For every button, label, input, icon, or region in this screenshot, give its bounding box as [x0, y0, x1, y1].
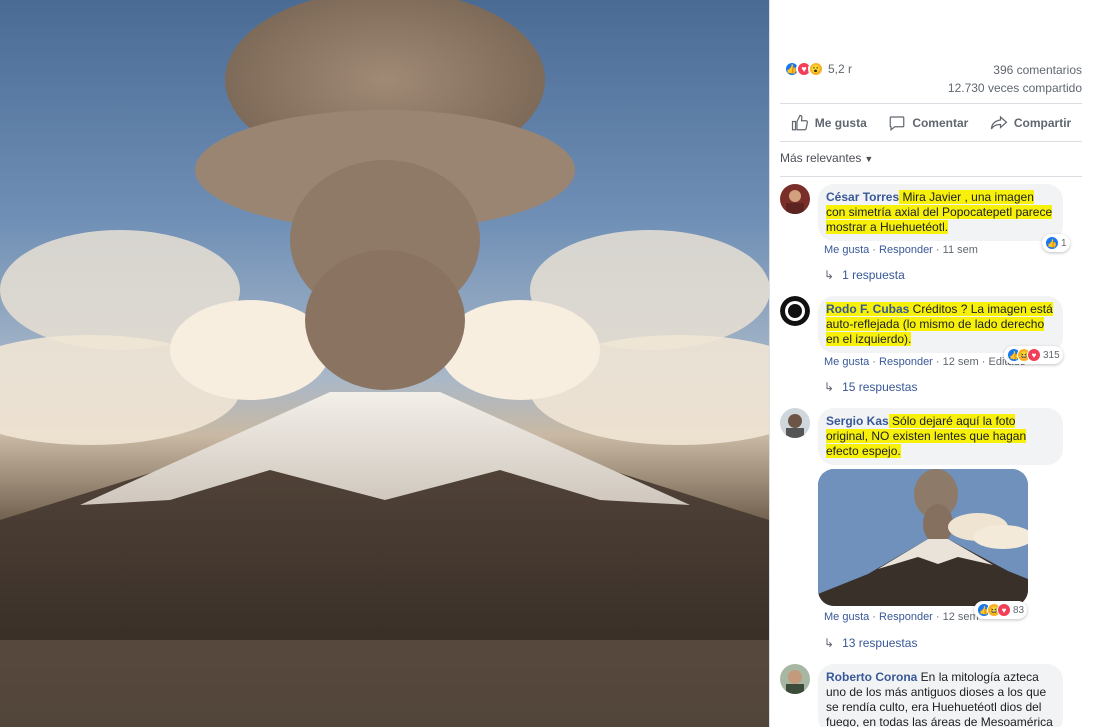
divider — [780, 141, 1082, 142]
comment-reactions-badge[interactable]: 👍 😆 ♥ 315 — [1004, 346, 1063, 364]
avatar[interactable] — [780, 664, 810, 694]
post-actions: Me gusta Comentar Compartir — [780, 111, 1082, 135]
comment-reply-link[interactable]: Responder — [879, 611, 933, 623]
thumbs-up-icon — [791, 114, 808, 131]
love-reaction-icon: ♥ — [1027, 348, 1041, 362]
comment-like-link[interactable]: Me gusta — [824, 356, 869, 368]
comments-sidebar: 👍 ♥ 😮 5,2 r 396 comentarios 12.730 veces… — [769, 0, 1100, 727]
reaction-count: 83 — [1013, 604, 1025, 616]
shares-count[interactable]: 12.730 veces compartido — [948, 79, 1082, 97]
like-button[interactable]: Me gusta — [791, 114, 867, 132]
divider — [780, 176, 1082, 177]
comment-time[interactable]: 12 sem — [943, 611, 979, 623]
comment-time[interactable]: 11 sem — [943, 244, 978, 256]
replies-label: 15 respuestas — [842, 380, 918, 394]
comment-time[interactable]: 12 sem — [943, 356, 979, 368]
avatar[interactable] — [780, 408, 810, 438]
post-reactions[interactable]: 👍 ♥ 😮 5,2 r — [784, 61, 852, 77]
reply-arrow-icon: ↳ — [824, 380, 835, 394]
post-stats: 396 comentarios 12.730 veces compartido — [948, 61, 1082, 97]
reaction-count: 315 — [1043, 349, 1060, 361]
share-button-label: Compartir — [1013, 116, 1072, 130]
facebook-photo-viewer: 👍 ♥ 😮 5,2 r 396 comentarios 12.730 veces… — [0, 0, 1100, 727]
comment-bubble: Rodo F. Cubas Créditos ? La imagen está … — [818, 296, 1063, 353]
sort-label: Más relevantes — [780, 151, 862, 165]
comment-reactions-badge[interactable]: 👍 1 — [1042, 234, 1070, 252]
avatar[interactable] — [780, 184, 810, 214]
wow-reaction-icon: 😮 — [808, 61, 824, 77]
reply-arrow-icon: ↳ — [824, 636, 835, 650]
original-volcano-photo — [818, 469, 1028, 606]
caret-down-icon: ▼ — [864, 154, 874, 164]
avatar[interactable] — [780, 296, 810, 326]
love-reaction-icon: ♥ — [997, 603, 1011, 617]
share-arrow-icon — [990, 115, 1008, 130]
avatar-image — [780, 408, 810, 438]
comments-count[interactable]: 396 comentarios — [948, 61, 1082, 79]
comment-bubble: Roberto Corona En la mitología azteca un… — [818, 664, 1063, 727]
volcano-illustration — [0, 0, 769, 727]
comment-author[interactable]: César Torres — [826, 190, 899, 204]
reaction-count: 1 — [1061, 237, 1067, 249]
comment-author[interactable]: Roberto Corona — [826, 670, 917, 684]
reactions-count[interactable]: 5,2 r — [828, 62, 852, 76]
replies-label: 1 respuesta — [842, 268, 905, 282]
volcano-photo[interactable] — [0, 0, 769, 727]
avatar-image — [780, 664, 810, 694]
replies-label: 13 respuestas — [842, 636, 918, 650]
comment-photo-attachment[interactable] — [818, 469, 1028, 606]
comment-sort-dropdown[interactable]: Más relevantes ▼ — [780, 151, 873, 165]
view-replies-link[interactable]: ↳ 1 respuesta — [824, 268, 905, 282]
comment-button[interactable]: Comentar — [888, 114, 968, 132]
comment-bubble: Sergio Kas Sólo dejaré aquí la foto orig… — [818, 408, 1063, 465]
comment-reactions-badge[interactable]: 👍 😆 ♥ 83 — [974, 601, 1028, 619]
divider — [780, 103, 1082, 104]
view-replies-link[interactable]: ↳ 15 respuestas — [824, 380, 917, 394]
comment-like-link[interactable]: Me gusta — [824, 244, 869, 256]
like-reaction-icon: 👍 — [1045, 236, 1059, 250]
view-replies-link[interactable]: ↳ 13 respuestas — [824, 636, 917, 650]
reply-arrow-icon: ↳ — [824, 268, 835, 282]
comment-meta: Me gusta · Responder · 11 sem — [824, 244, 978, 256]
comment-reply-link[interactable]: Responder — [879, 244, 933, 256]
avatar-image — [780, 296, 810, 326]
comment-meta: Me gusta · Responder · 12 sem — [824, 611, 979, 623]
like-button-label: Me gusta — [814, 116, 867, 130]
comment-author[interactable]: Sergio Kas — [826, 414, 889, 428]
comment-meta: Me gusta · Responder · 12 sem · Editado — [824, 356, 1026, 368]
comment-like-link[interactable]: Me gusta — [824, 611, 869, 623]
comment-reply-link[interactable]: Responder — [879, 356, 933, 368]
comment-button-label: Comentar — [912, 116, 969, 130]
share-button[interactable]: Compartir — [990, 114, 1071, 132]
comment-author[interactable]: Rodo F. Cubas — [826, 302, 910, 316]
comment-bubble: César Torres Mira Javier , una imagen co… — [818, 184, 1063, 241]
comment-icon — [889, 116, 905, 131]
avatar-image — [780, 184, 810, 214]
